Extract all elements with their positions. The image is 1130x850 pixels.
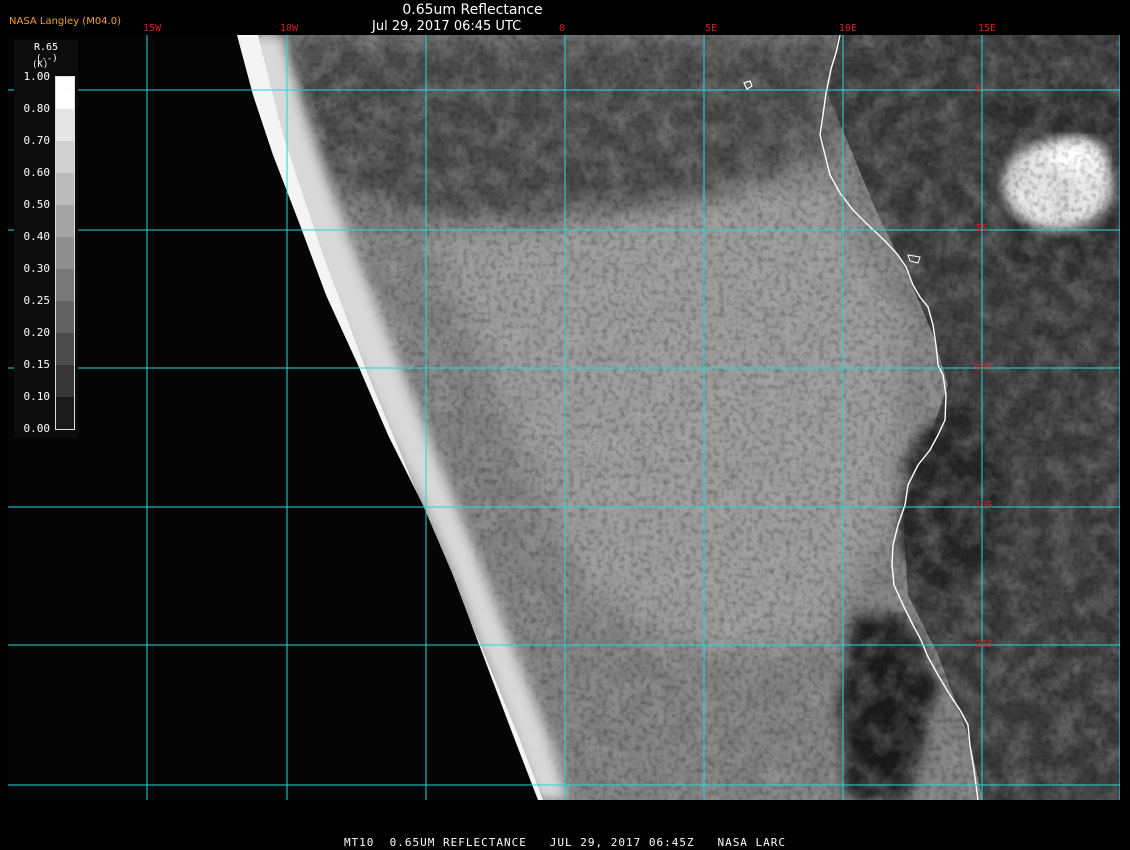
lat-label-10s: 10S	[973, 362, 992, 373]
image-title: 0.65um Reflectance	[402, 2, 543, 18]
legend-tick: 0.10	[23, 390, 51, 403]
legend-tick: 0.50	[23, 198, 51, 211]
provider-label: NASA Langley (M04.0)	[9, 16, 121, 27]
lon-label-10e: 10E	[838, 23, 858, 34]
legend-title: R.65	[33, 42, 59, 53]
satellite-imagery	[8, 35, 1120, 800]
lon-label-10w: 10W	[279, 23, 299, 34]
legend-tick: 0.00	[23, 422, 51, 435]
lon-label-15e: 15E	[977, 23, 997, 34]
legend-tick: 0.30	[23, 262, 51, 275]
satellite-viewer: 0.65um Reflectance Jul 29, 2017 06:45 UT…	[0, 0, 1130, 850]
lon-label-15w: 15W	[142, 23, 162, 34]
lat-label-0: 0	[975, 84, 982, 95]
legend-unit-letter: (K)	[32, 60, 49, 70]
legend-tick: 0.15	[23, 358, 51, 371]
legend-tick: 0.40	[23, 230, 51, 243]
footer-caption: MT10 0.65UM REFLECTANCE JUL 29, 2017 06:…	[343, 836, 787, 849]
legend-tick: 0.20	[23, 326, 51, 339]
lat-label-20s: 20S	[975, 639, 994, 650]
lon-label-0: 0	[558, 23, 566, 34]
lat-label-15s: 15S	[975, 500, 994, 511]
legend-tick: 0.60	[23, 166, 51, 179]
color-scale-bar	[55, 76, 75, 430]
lon-label-5e: 5E	[704, 23, 718, 34]
legend-tick: 0.80	[23, 102, 51, 115]
color-scale-legend: R.65 (--) (K) 1.00 0.80 0.70 0.60 0.50 0…	[14, 40, 78, 438]
image-timestamp: Jul 29, 2017 06:45 UTC	[372, 19, 522, 34]
legend-tick: 1.00	[23, 70, 51, 83]
legend-tick: 0.25	[23, 294, 51, 307]
legend-tick: 0.70	[23, 134, 51, 147]
lat-label-5s: 5S	[976, 223, 989, 234]
